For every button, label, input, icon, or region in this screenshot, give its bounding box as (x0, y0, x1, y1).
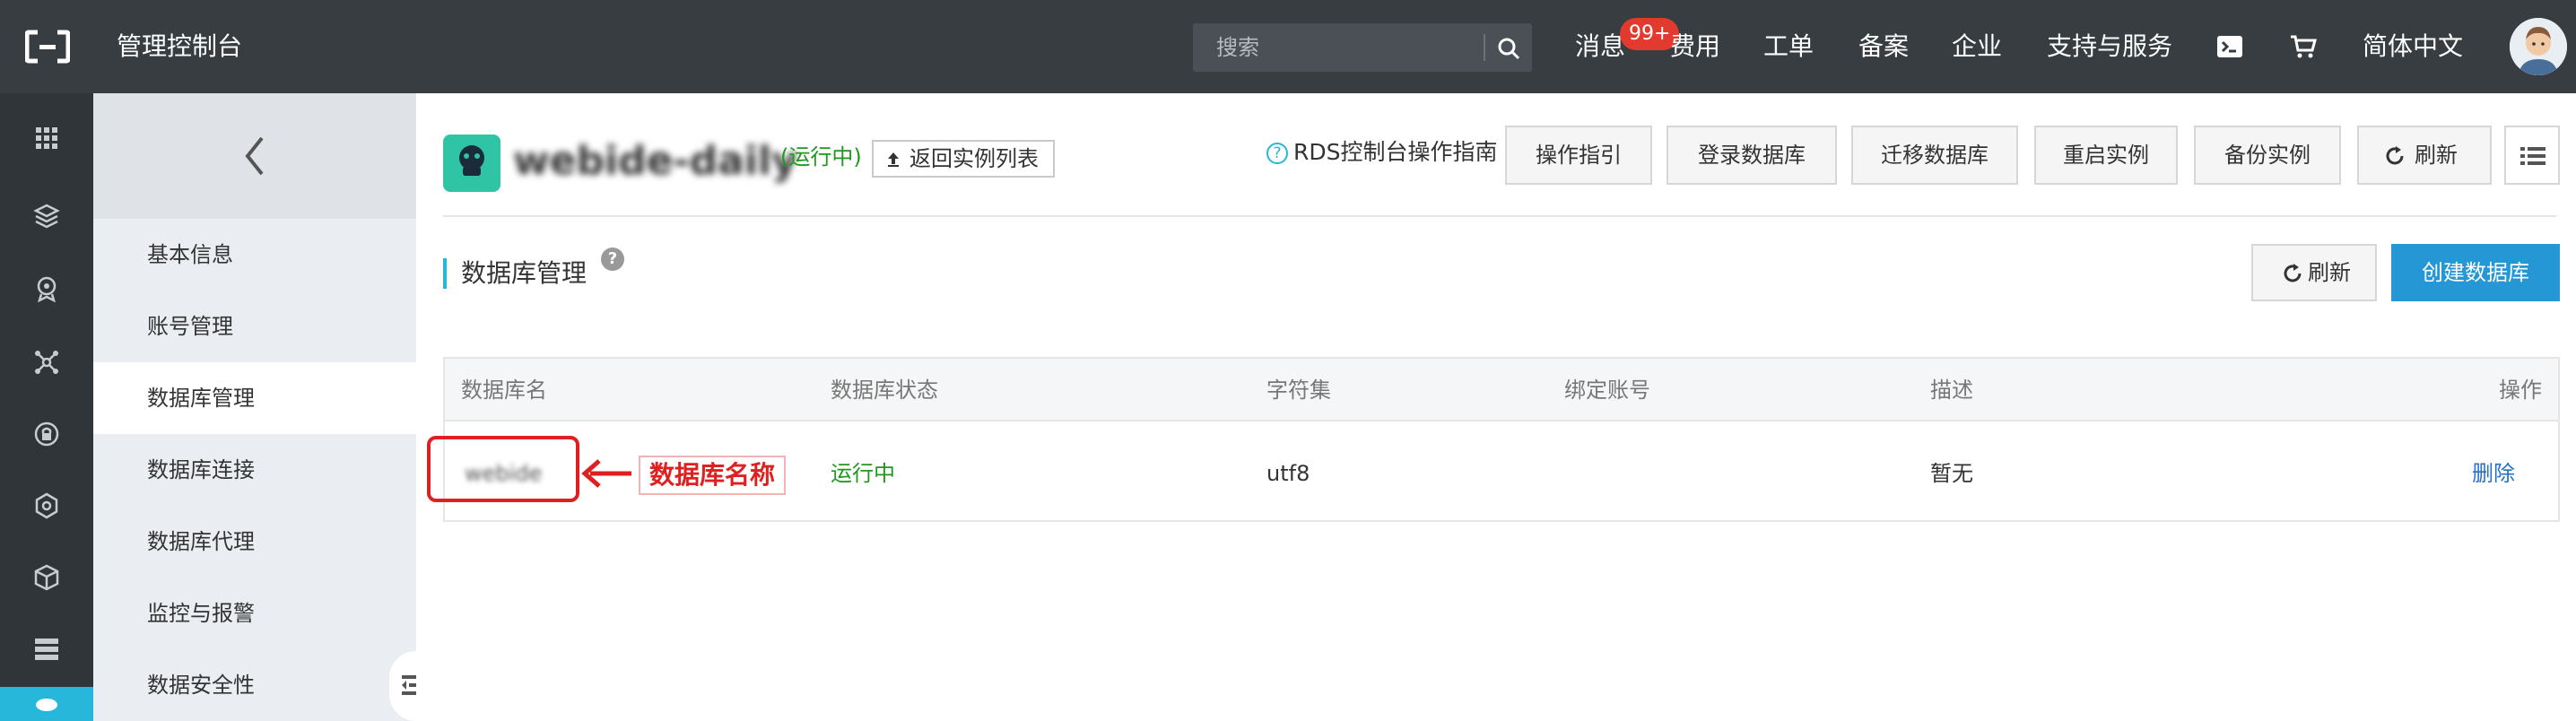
instance-icon (443, 135, 500, 192)
avatar[interactable] (2510, 18, 2567, 75)
sidebar-item-security[interactable]: 数据安全性 (93, 649, 416, 721)
list-icon (2520, 147, 2546, 165)
console-title[interactable]: 管理控制台 (117, 27, 242, 66)
avatar-icon (2510, 18, 2567, 75)
table-header: 数据库名 数据库状态 字符集 绑定账号 描述 操作 (445, 359, 2558, 421)
nav-language[interactable]: 简体中文 (2363, 27, 2463, 66)
arrow-left-icon (581, 459, 631, 488)
list-view-button[interactable] (2504, 126, 2560, 185)
col-charset: 字符集 (1266, 378, 1331, 403)
sidebar-back[interactable] (93, 93, 416, 219)
refresh-label: 刷新 (2415, 143, 2458, 168)
rds-guide-label: RDS控制台操作指南 (1293, 139, 1498, 165)
nav-enterprise[interactable]: 企业 (1952, 27, 2002, 66)
header-divider (443, 215, 2556, 217)
guide-button[interactable]: 操作指引 (1505, 126, 1652, 185)
apps-grid-icon[interactable] (32, 124, 61, 152)
search-box[interactable]: 搜索 (1193, 23, 1532, 72)
back-to-list-button[interactable]: 返回实例列表 (872, 140, 1055, 178)
refresh-icon (2386, 146, 2404, 165)
refresh-button[interactable]: 刷新 (2357, 126, 2492, 185)
back-to-list-label: 返回实例列表 (909, 146, 1039, 171)
sidebar-item-basic-info[interactable]: 基本信息 (93, 219, 416, 291)
nav-icp[interactable]: 备案 (1858, 27, 1909, 66)
box-3d-icon[interactable] (32, 563, 61, 592)
terminal-icon[interactable] (2215, 32, 2244, 61)
annotation-label: 数据库名称 (639, 456, 787, 495)
security-lock-icon[interactable] (32, 420, 61, 448)
nav-support[interactable]: 支持与服务 (2047, 27, 2172, 66)
sidebar-item-accounts[interactable]: 账号管理 (93, 291, 416, 362)
search-divider (1484, 34, 1485, 61)
sidebar-item-connection[interactable]: 数据库连接 (93, 434, 416, 506)
col-db-name: 数据库名 (461, 378, 547, 403)
upload-arrow-icon (888, 152, 899, 167)
server-list-icon[interactable] (32, 635, 61, 664)
sidebar-item-proxy[interactable]: 数据库代理 (93, 506, 416, 578)
icon-rail (0, 93, 93, 721)
col-description: 描述 (1930, 378, 1973, 403)
restart-instance-button[interactable]: 重启实例 (2034, 126, 2178, 185)
migrate-db-button[interactable]: 迁移数据库 (1851, 126, 2018, 185)
sidebar-item-monitoring[interactable]: 监控与报警 (93, 578, 416, 649)
nav-tickets[interactable]: 工单 (1763, 27, 1814, 66)
highlight-box (427, 436, 579, 502)
cart-icon[interactable] (2289, 32, 2318, 61)
hexagon-icon[interactable] (32, 491, 61, 520)
rds-icon (36, 699, 57, 711)
network-icon[interactable] (32, 348, 61, 377)
help-icon[interactable]: ? (601, 248, 624, 271)
search-placeholder[interactable]: 搜索 (1216, 34, 1259, 61)
section-accent-bar (443, 258, 447, 289)
nav-messages[interactable]: 消息 (1575, 27, 1625, 66)
ecs-cube-icon[interactable] (32, 203, 61, 231)
db-refresh-button[interactable]: 刷新 (2251, 244, 2377, 301)
create-database-button[interactable]: 创建数据库 (2391, 244, 2560, 301)
help-circle-icon: ? (1266, 143, 1288, 164)
section-title: 数据库管理 (461, 258, 587, 288)
instance-status: (运行中) (780, 144, 862, 169)
instance-name: webide-daily (513, 138, 797, 184)
aliyun-logo-icon[interactable] (25, 29, 70, 65)
rds-instance-icon (459, 145, 484, 176)
db-refresh-label: 刷新 (2308, 260, 2351, 285)
top-bar: 管理控制台 搜索 消息 99+ 费用 工单 备案 企业 支持与服务 简体中文 (0, 0, 2576, 93)
sidebar-item-databases[interactable]: 数据库管理 (93, 362, 416, 434)
col-db-status: 数据库状态 (831, 378, 938, 403)
col-account: 绑定账号 (1564, 378, 1650, 403)
secondary-sidebar: 基本信息 账号管理 数据库管理 数据库连接 数据库代理 监控与报警 数据安全性 (93, 93, 416, 721)
col-actions: 操作 (2499, 378, 2542, 403)
charset-cell: utf8 (1266, 461, 1310, 486)
login-db-button[interactable]: 登录数据库 (1667, 126, 1837, 185)
delete-link[interactable]: 删除 (2472, 457, 2515, 490)
search-icon[interactable] (1494, 34, 1523, 63)
backup-instance-button[interactable]: 备份实例 (2194, 126, 2341, 185)
chevron-left-icon[interactable] (240, 133, 269, 179)
description-cell: 暂无 (1930, 461, 1973, 486)
nav-billing[interactable]: 费用 (1670, 27, 1720, 66)
database-table: 数据库名 数据库状态 字符集 绑定账号 描述 操作 webide 运行中 utf… (443, 357, 2560, 522)
rds-guide-link[interactable]: ? RDS控制台操作指南 (1266, 136, 1498, 169)
refresh-icon (2284, 264, 2302, 282)
rail-active-item[interactable] (0, 687, 93, 721)
rocket-icon[interactable] (32, 274, 61, 303)
db-status-cell: 运行中 (831, 461, 895, 486)
